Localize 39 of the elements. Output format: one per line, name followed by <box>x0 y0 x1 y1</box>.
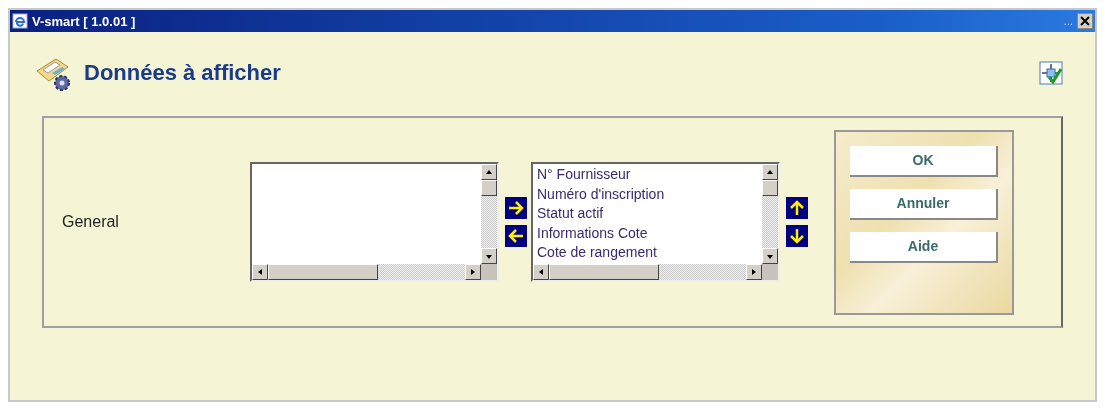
scroll-down-button[interactable] <box>762 248 778 264</box>
scroll-up-button[interactable] <box>481 164 497 180</box>
scroll-up-button[interactable] <box>762 164 778 180</box>
list-item[interactable]: Cote de rangement <box>537 243 758 263</box>
section-label: General <box>62 213 120 231</box>
action-button[interactable]: Aide <box>850 231 998 263</box>
browser-icon <box>12 13 28 29</box>
horizontal-scrollbar[interactable] <box>252 264 481 280</box>
scroll-right-button[interactable] <box>465 264 481 280</box>
scroll-down-button[interactable] <box>481 248 497 264</box>
scrollbar-corner <box>481 264 497 280</box>
move-right-button[interactable] <box>505 197 527 219</box>
scrollbar-corner <box>762 264 778 280</box>
scroll-right-button[interactable] <box>746 264 762 280</box>
action-button[interactable]: OK <box>850 145 998 177</box>
window-title: V-smart [ 1.0.01 ] <box>32 13 136 29</box>
page-heading: Données à afficher <box>84 60 281 86</box>
action-button[interactable]: Annuler <box>850 188 998 220</box>
layout-check-icon[interactable] <box>1039 61 1063 85</box>
scroll-thumb[interactable] <box>268 264 378 280</box>
move-up-button[interactable] <box>786 197 808 219</box>
move-down-button[interactable] <box>786 225 808 247</box>
list-item[interactable]: N° Fournisseur <box>537 165 758 185</box>
selected-list[interactable]: N° Fournisseur Numéro d'inscription Statut actif Informations Cote Cote de rangement <box>531 162 780 282</box>
scroll-thumb[interactable] <box>549 264 659 280</box>
title-ellipsis: ... <box>1063 15 1073 27</box>
vertical-scrollbar[interactable] <box>762 164 778 264</box>
list-item[interactable]: Statut actif <box>537 204 758 224</box>
scroll-thumb[interactable] <box>762 180 778 196</box>
vertical-scrollbar[interactable] <box>481 164 497 264</box>
available-list[interactable] <box>250 162 499 282</box>
list-item[interactable]: Numéro d'inscription <box>537 184 758 204</box>
scroll-left-button[interactable] <box>533 264 549 280</box>
horizontal-scrollbar[interactable] <box>533 264 762 280</box>
scroll-left-button[interactable] <box>252 264 268 280</box>
close-button[interactable] <box>1077 13 1093 29</box>
list-item[interactable]: Informations Cote <box>537 223 758 243</box>
move-left-button[interactable] <box>505 225 527 247</box>
scroll-thumb[interactable] <box>481 180 497 196</box>
